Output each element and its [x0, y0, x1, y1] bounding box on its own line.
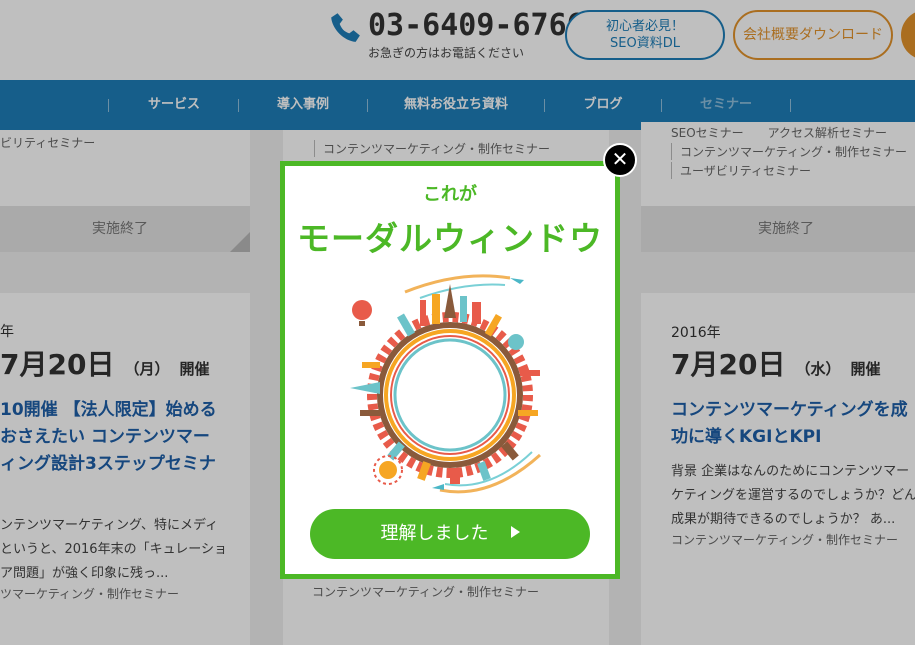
world-landmarks-illustration: [350, 274, 542, 494]
modal-pretitle: これが: [423, 184, 477, 205]
play-icon: [510, 526, 520, 538]
confirm-button-label: 理解しました: [380, 523, 489, 544]
confirm-button[interactable]: 理解しました: [310, 509, 590, 559]
modal-title: モーダルウィンドウ: [297, 219, 603, 258]
close-icon[interactable]: ✕: [603, 143, 637, 177]
modal-window: これが モーダルウィンドウ 理解しました: [280, 161, 620, 579]
